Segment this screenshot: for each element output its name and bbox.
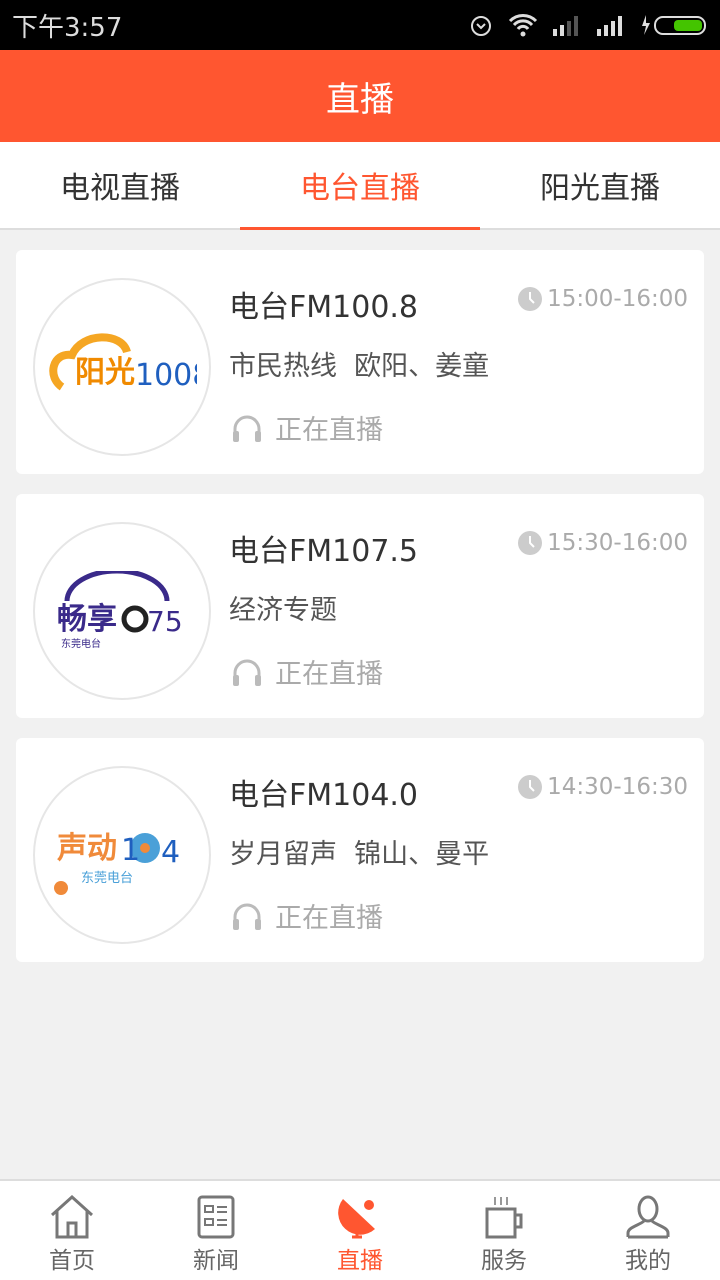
- svg-text:阳光: 阳光: [75, 355, 135, 390]
- status-bar: 下午3:57: [0, 0, 720, 50]
- news-icon: [197, 1195, 235, 1239]
- program-info: 岁月留声 锦山、曼平: [229, 839, 490, 870]
- status-time: 下午3:57: [12, 12, 123, 43]
- page-title: 直播: [326, 79, 394, 120]
- signal-icon-2: [597, 16, 622, 36]
- nav-profile[interactable]: 我的: [576, 1181, 720, 1280]
- tab-radio-live[interactable]: 电台直播: [240, 142, 480, 230]
- headphones-icon: [233, 659, 261, 686]
- station-logo: 声动 1 4 东莞电台: [33, 766, 211, 944]
- svg-text:东莞电台: 东莞电台: [81, 871, 133, 886]
- home-icon: [50, 1195, 94, 1239]
- station-card[interactable]: 畅享 75 东莞电台 电台FM107.5 15:30-16:00 经济专题 正在直播: [16, 494, 704, 718]
- live-status: 正在直播: [275, 415, 383, 446]
- tab-tv-live[interactable]: 电视直播: [0, 142, 240, 228]
- coffee-cup-icon: [485, 1197, 523, 1239]
- svg-text:东莞电台: 东莞电台: [61, 637, 101, 650]
- nav-label: 首页: [49, 1248, 95, 1274]
- nav-label: 我的: [625, 1248, 671, 1274]
- schedule-time: 14:30-16:30: [547, 774, 688, 800]
- clock-icon: [518, 287, 543, 311]
- nav-label: 新闻: [193, 1248, 239, 1274]
- signal-icon: [553, 16, 578, 36]
- station-list: 阳光1008 电台FM100.8 15:00-16:00 市民热线 欧阳、姜童 …: [0, 230, 720, 962]
- bottom-nav: 首页 新闻 直播 服务 我的: [0, 1179, 720, 1280]
- user-icon: [626, 1195, 670, 1239]
- station-name: 电台FM100.8: [229, 290, 419, 325]
- program-info: 市民热线 欧阳、姜童: [229, 351, 490, 382]
- satellite-dish-icon: [338, 1199, 375, 1239]
- svg-text:1: 1: [121, 833, 140, 868]
- nav-home[interactable]: 首页: [0, 1181, 144, 1280]
- tab-sunshine-live[interactable]: 阳光直播: [480, 142, 720, 228]
- nav-services[interactable]: 服务: [432, 1181, 576, 1280]
- headphones-icon: [233, 903, 261, 930]
- nav-label: 直播: [337, 1248, 383, 1274]
- app-header: 直播: [0, 50, 720, 142]
- program-info: 经济专题: [229, 595, 337, 626]
- tab-bar: 电视直播 电台直播 阳光直播: [0, 142, 720, 230]
- station-card[interactable]: 声动 1 4 东莞电台 电台FM104.0 14:30-16:30 岁月留声 锦山、曼…: [16, 738, 704, 962]
- schedule-time: 15:00-16:00: [547, 286, 688, 312]
- clock-icon: [518, 775, 543, 799]
- schedule-time: 15:30-16:00: [547, 530, 688, 556]
- station-name: 电台FM104.0: [229, 778, 419, 813]
- station-name: 电台FM107.5: [229, 534, 419, 569]
- nav-news[interactable]: 新闻: [144, 1181, 288, 1280]
- clock-icon: [518, 531, 543, 555]
- svg-text:畅享: 畅享: [57, 602, 117, 637]
- nav-live[interactable]: 直播: [288, 1181, 432, 1280]
- svg-text:4: 4: [161, 835, 180, 870]
- live-status: 正在直播: [275, 903, 383, 934]
- battery-charging-icon: [642, 15, 706, 35]
- live-status: 正在直播: [275, 659, 383, 690]
- svg-text:1008: 1008: [135, 358, 197, 393]
- alarm-icon: [471, 16, 491, 36]
- nav-label: 服务: [481, 1248, 527, 1274]
- station-card[interactable]: 阳光1008 电台FM100.8 15:00-16:00 市民热线 欧阳、姜童 …: [16, 250, 704, 474]
- svg-text:声动: 声动: [57, 831, 117, 866]
- svg-text:75: 75: [147, 605, 183, 638]
- wifi-icon: [508, 14, 538, 37]
- station-logo: 阳光1008: [33, 278, 211, 456]
- station-logo: 畅享 75 东莞电台: [33, 522, 211, 700]
- headphones-icon: [233, 415, 261, 442]
